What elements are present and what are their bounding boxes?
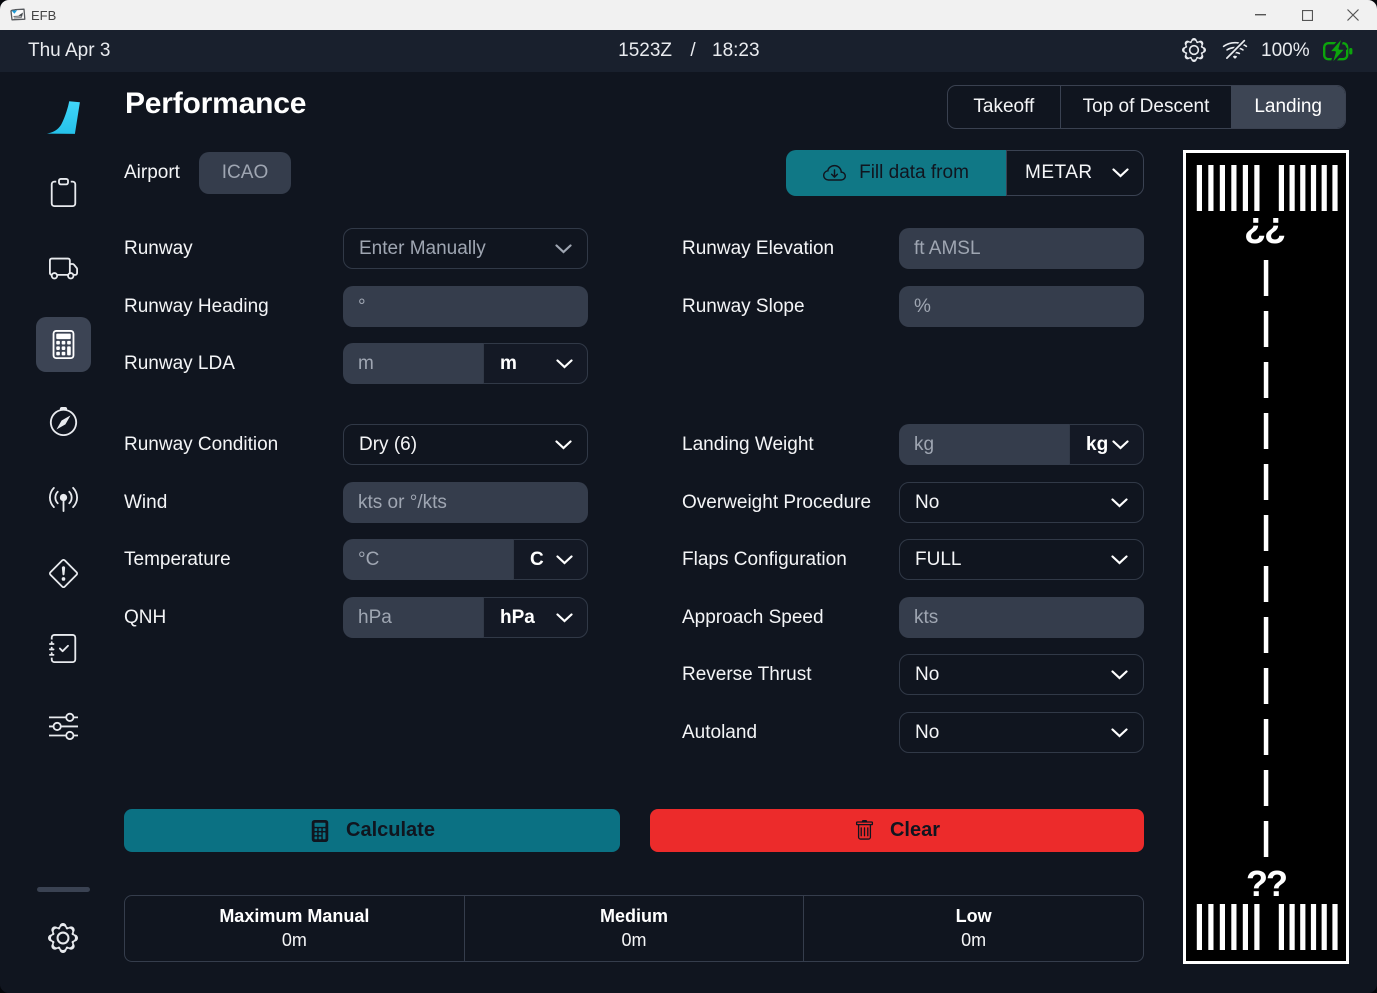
svg-text:??: ??	[1246, 863, 1286, 904]
svg-text:??: ??	[1246, 210, 1286, 251]
